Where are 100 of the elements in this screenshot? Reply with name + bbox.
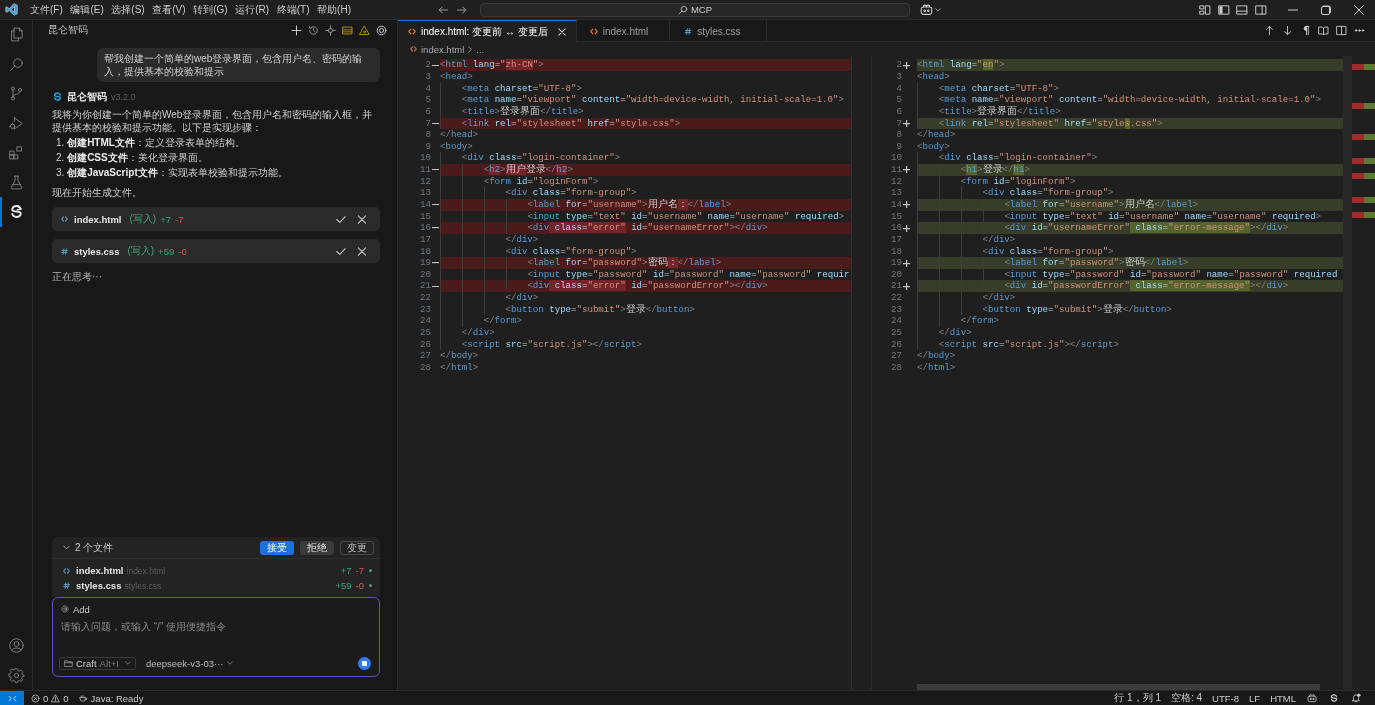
code-line: </head> [440,129,479,141]
line-number: 17 [419,233,431,246]
account-icon[interactable] [7,637,25,655]
editor-tab[interactable]: index.html: 变更前 ↔ 变更后 [398,20,577,42]
code-line: <label for="username">用户名：</label> [527,199,732,211]
plus-icon[interactable] [291,24,302,36]
table-icon[interactable] [342,24,353,36]
editor-tab[interactable]: index.html [576,20,671,41]
action-button[interactable]: 变更 [340,540,374,555]
menu-item[interactable]: 选择(S) [108,2,148,17]
line-number: 9 [895,140,902,153]
code-line: </html> [440,361,479,374]
remote-indicator[interactable] [0,691,24,705]
breadcrumb-item[interactable]: index.html [421,43,465,55]
restore-icon[interactable] [1320,4,1331,15]
thinking-status: 正在思考··· [52,271,103,283]
line-number: 13 [419,187,431,199]
pilcrow-icon[interactable] [1300,25,1311,36]
line-ending-status[interactable]: LF [1244,692,1266,704]
line-number: 26 [890,338,902,351]
code-line: <head> [440,70,473,83]
code-line: <title>登录界面</title> [938,105,1061,118]
check-icon[interactable] [336,246,346,256]
indentation-status[interactable]: 空格: 4 [1166,691,1208,705]
menu-item[interactable]: 转到(G) [190,2,231,17]
crosshair-icon[interactable] [325,24,336,36]
line-number: 23 [419,303,431,316]
menu-item[interactable]: 帮助(H) [314,2,354,17]
check-icon[interactable] [336,214,346,224]
chevron-down-icon[interactable] [935,7,941,12]
open-book-icon[interactable] [1318,25,1329,36]
removed-count: -0 [355,580,364,591]
added-count: +59 [335,580,352,591]
sidebar-left-icon[interactable] [1217,3,1230,16]
horizontal-scrollbar[interactable] [917,684,1320,690]
message-input[interactable]: 请输入问题，或输入 “/” 使用便捷指令 [59,620,371,655]
triangle-icon[interactable] [359,24,370,36]
mode-dropdown[interactable]: Craft Alt+I [59,656,136,670]
code-icon [410,46,417,52]
cursor-position[interactable]: 行 1，列 1 [1109,691,1166,705]
code-line: <div id="usernameError" class="error-message"></div> [1004,222,1289,234]
arrow-down-icon[interactable] [1282,25,1293,36]
code-line: <label for="password">密码</label> [1004,257,1189,269]
editor-tab[interactable]: styles.css [670,20,767,41]
arrow-up-icon[interactable] [1264,25,1275,36]
panel-bottom-icon[interactable] [1236,3,1249,16]
assistant-logo-icon [52,91,63,102]
menu-item[interactable]: 运行(R) [232,2,273,17]
layout-grid-icon[interactable] [1198,3,1211,16]
history-icon[interactable] [308,24,319,36]
close-icon[interactable] [557,27,566,36]
forward-arrow-icon[interactable] [456,3,468,16]
vertical-scrollbar[interactable] [1343,56,1352,690]
code-line: <script src="script.js"></script> [938,338,1119,351]
split-editor-icon[interactable] [1336,25,1347,36]
app-logo-icon [5,3,18,16]
chevron-down-icon[interactable] [63,545,70,550]
java-status[interactable]: Java: Ready [73,692,149,704]
stop-button[interactable] [358,656,371,670]
model-dropdown[interactable]: deepseek-v3-03··· [145,657,233,669]
add-context-button[interactable]: Add [61,603,90,615]
target-icon[interactable] [376,24,387,36]
file-name[interactable]: index.html [74,213,122,225]
settings-icon[interactable] [7,666,25,684]
file-name[interactable]: styles.css [74,245,120,257]
robot-face-icon[interactable] [920,3,933,16]
sidebar-right-icon[interactable] [1254,3,1267,16]
close-icon[interactable] [357,214,367,224]
action-button[interactable]: 接受 [260,540,294,555]
swirl-logo-icon[interactable] [1329,693,1339,703]
menu-item[interactable]: 编辑(E) [67,2,107,17]
close-icon[interactable] [1353,4,1364,15]
bell-icon[interactable] [1351,693,1361,703]
menu-item[interactable]: 终端(T) [273,2,313,17]
file-name[interactable]: styles.css [76,580,122,591]
code-line: <div class="login-container"> [461,152,621,164]
composer-panel[interactable]: Add 请输入问题，或输入 “/” 使用便捷指令 Craft Alt+I deepseek-v3-03··· [52,597,380,677]
code-line: <label for="username">用户名</label> [1004,199,1199,211]
robot-face-icon[interactable] [1307,693,1317,703]
action-button[interactable]: 拒绝 [300,540,334,555]
menu-item[interactable]: 文件(F) [27,2,66,17]
language-mode[interactable]: HTML [1265,692,1301,704]
code-line: <title>登录界面</title> [461,105,584,118]
problems-status[interactable]: 0 0 [26,692,74,704]
close-icon[interactable] [357,246,367,256]
breadcrumb-item[interactable]: ... [476,43,485,55]
command-center[interactable]: MCP [480,2,910,17]
code-line: </form> [483,315,522,328]
hash-icon [63,582,70,589]
code-line: <link rel="stylesheet" href="style.css"> [461,117,681,130]
line-number: 8 [895,129,902,141]
code-icon [63,567,70,574]
back-arrow-icon[interactable] [437,3,449,16]
menu-item[interactable]: 查看(V) [149,2,189,17]
file-name[interactable]: index.html [76,565,124,576]
line-number: 22 [890,292,902,304]
code-line: <meta name="viewport" content="width=device-width, initial-scale=1.0"> [938,94,1321,106]
code-line: <meta charset="UTF-8"> [461,82,582,95]
encoding-status[interactable]: UTF-8 [1207,692,1245,704]
added-count: +7 [160,213,172,225]
